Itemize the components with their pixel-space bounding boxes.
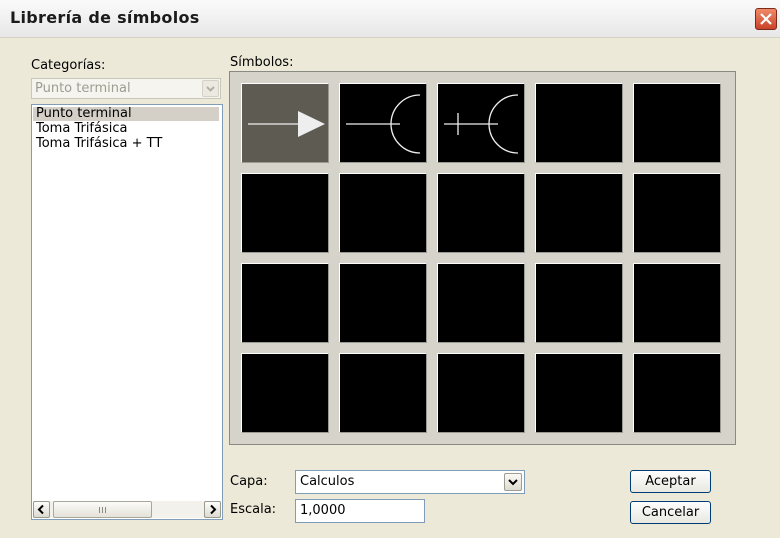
symbol-cell-plus-arc[interactable] <box>437 83 525 163</box>
symbol-cell[interactable] <box>633 353 721 433</box>
symbol-cell[interactable] <box>339 263 427 343</box>
symbol-cell-line-arc[interactable] <box>339 83 427 163</box>
chevron-down-icon[interactable] <box>504 473 522 491</box>
categories-label: Categorías: <box>31 58 106 73</box>
symbol-cell-arrow[interactable] <box>241 83 329 163</box>
symbol-cell[interactable] <box>339 173 427 253</box>
chevron-left-icon <box>37 504 44 515</box>
scroll-thumb[interactable] <box>53 501 152 518</box>
scroll-left-button[interactable] <box>33 501 50 518</box>
symbols-label: Símbolos: <box>230 55 294 70</box>
symbol-cell[interactable] <box>241 173 329 253</box>
line-arc-symbol-icon <box>346 94 421 154</box>
capa-value: Calculos <box>300 474 355 489</box>
horizontal-scrollbar[interactable] <box>33 501 221 518</box>
symbol-cell[interactable] <box>437 263 525 343</box>
symbol-cell[interactable] <box>339 353 427 433</box>
symbol-cell[interactable] <box>535 173 623 253</box>
symbol-cell[interactable] <box>437 353 525 433</box>
list-item[interactable]: Punto terminal <box>33 107 219 121</box>
grip-icon <box>99 507 108 513</box>
list-item[interactable]: Toma Trifásica + TT <box>33 137 219 151</box>
symbol-cell[interactable] <box>241 263 329 343</box>
category-list[interactable]: Punto terminal Toma Trifásica Toma Trifá… <box>31 104 223 520</box>
close-button[interactable] <box>755 8 777 30</box>
window-title: Librería de símbolos <box>10 8 200 27</box>
symbol-grid <box>229 71 736 445</box>
symbol-cell[interactable] <box>633 263 721 343</box>
arrow-symbol-icon <box>248 111 325 137</box>
capa-dropdown[interactable]: Calculos <box>295 470 525 494</box>
category-dropdown[interactable]: Punto terminal <box>31 78 221 99</box>
category-dropdown-value: Punto terminal <box>35 81 131 96</box>
symbol-cell[interactable] <box>437 173 525 253</box>
escala-input[interactable]: 1,0000 <box>295 499 425 523</box>
symbol-cell[interactable] <box>633 83 721 163</box>
symbol-cell[interactable] <box>241 353 329 433</box>
plus-arc-symbol-icon <box>444 94 519 154</box>
list-item[interactable]: Toma Trifásica <box>33 122 219 136</box>
capa-label: Capa: <box>230 474 268 489</box>
scroll-right-button[interactable] <box>204 501 221 518</box>
cancel-button[interactable]: Cancelar <box>630 501 711 524</box>
symbol-cell[interactable] <box>633 173 721 253</box>
chevron-right-icon <box>210 504 217 515</box>
symbol-cell[interactable] <box>535 263 623 343</box>
close-icon <box>760 13 772 25</box>
symbol-cell[interactable] <box>535 353 623 433</box>
accept-button[interactable]: Aceptar <box>630 470 711 493</box>
escala-label: Escala: <box>230 502 277 517</box>
symbol-cell[interactable] <box>535 83 623 163</box>
escala-value: 1,0000 <box>300 503 346 518</box>
title-bar: Librería de símbolos <box>0 0 780 38</box>
chevron-down-icon[interactable] <box>202 80 219 97</box>
